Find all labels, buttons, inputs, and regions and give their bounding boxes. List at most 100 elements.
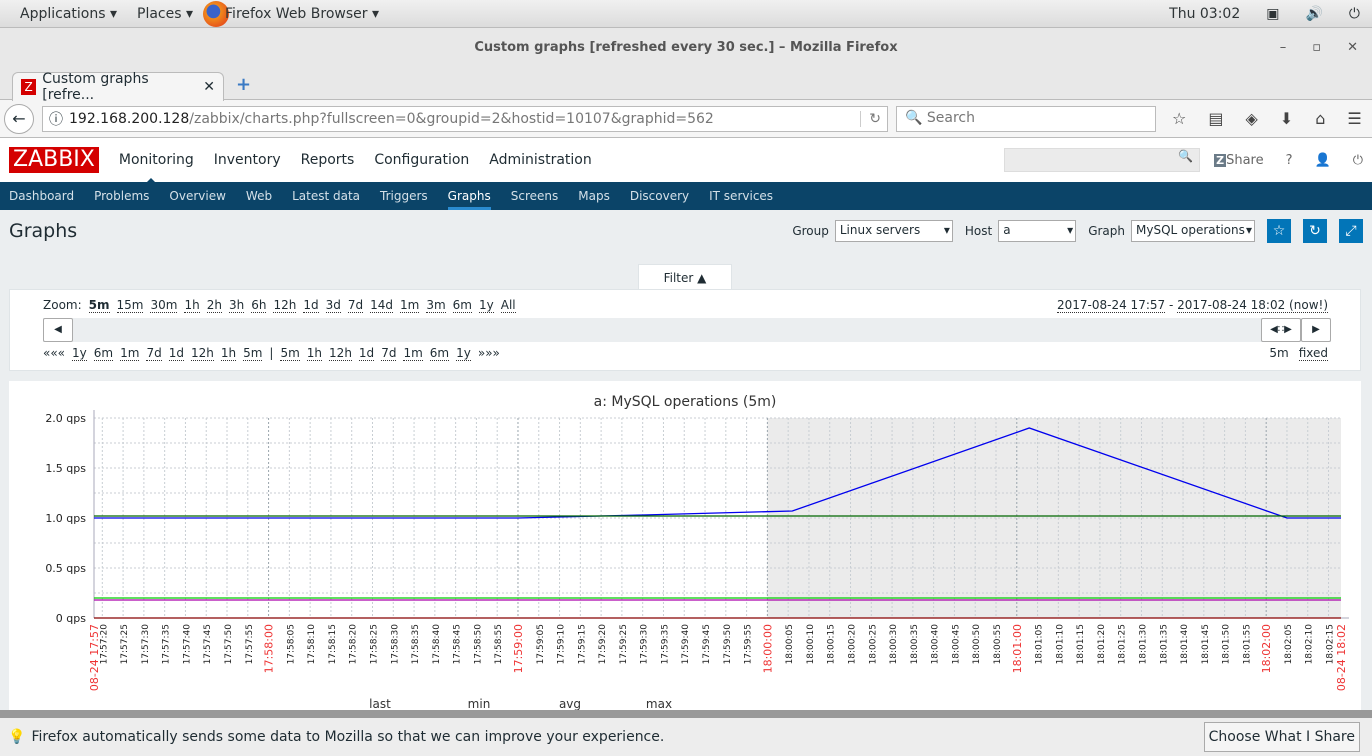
zoom-5m[interactable]: 5m — [88, 298, 110, 313]
help-icon[interactable]: ? — [1286, 153, 1293, 168]
zoom-All[interactable]: All — [500, 298, 516, 313]
add-favourite-button[interactable]: ☆ — [1267, 219, 1291, 243]
choose-what-i-share-button[interactable]: Choose What I Share — [1203, 722, 1360, 752]
forward-1m[interactable]: 1m — [403, 346, 423, 361]
back-1m[interactable]: 1m — [120, 346, 140, 361]
back-button[interactable]: ← — [4, 103, 34, 134]
submenu-dashboard[interactable]: Dashboard — [9, 189, 74, 203]
range-to[interactable]: 2017-08-24 18:02 (now!) — [1177, 298, 1328, 313]
chart-title: a: MySQL operations (5m) — [594, 394, 777, 410]
menu-monitoring[interactable]: Monitoring — [119, 152, 194, 184]
menu-administration[interactable]: Administration — [489, 152, 591, 168]
volume-icon[interactable]: 🔊 — [1305, 6, 1322, 22]
menu-reports[interactable]: Reports — [301, 152, 355, 168]
browser-menu[interactable]: Firefox Web Browser ▾ — [203, 0, 379, 27]
graph-select[interactable]: MySQL operations — [1131, 220, 1255, 242]
browser-tab[interactable]: Z Custom graphs [refre... ✕ — [12, 71, 224, 103]
back-12h[interactable]: 12h — [190, 346, 214, 361]
info-icon[interactable]: ⓘ — [49, 109, 63, 129]
close-tab-icon[interactable]: ✕ — [203, 79, 215, 95]
mysql-operations-chart[interactable]: a: MySQL operations (5m) 0 qps 0.5 qps 1.0 … — [9, 381, 1361, 711]
zabbix-logo[interactable]: ZABBIX — [9, 147, 99, 173]
submenu-latest-data[interactable]: Latest data — [292, 189, 360, 203]
back-1y[interactable]: 1y — [72, 346, 87, 361]
share-link[interactable]: Z Share — [1214, 153, 1264, 168]
filter-tab[interactable]: Filter ▲ — [638, 264, 732, 290]
new-tab-icon[interactable]: + — [236, 74, 251, 95]
x-tick-label: 18:00:20 — [848, 624, 858, 665]
fullscreen-button[interactable]: ⤢ — [1339, 219, 1363, 243]
zoom-1d[interactable]: 1d — [303, 298, 319, 313]
applications-menu[interactable]: Applications ▾ — [10, 6, 117, 22]
forward-6m[interactable]: 6m — [429, 346, 450, 361]
submenu-screens[interactable]: Screens — [511, 189, 559, 203]
forward-1y[interactable]: 1y — [456, 346, 471, 361]
zoom-1m[interactable]: 1m — [400, 298, 420, 313]
back-1d[interactable]: 1d — [168, 346, 184, 361]
refresh-button[interactable]: ↻ — [1303, 219, 1327, 243]
group-select[interactable]: Linux servers — [834, 220, 953, 242]
zoom-6h[interactable]: 6h — [251, 298, 267, 313]
submenu-triggers[interactable]: Triggers — [380, 189, 428, 203]
zoom-2h[interactable]: 2h — [206, 298, 222, 313]
forward-1h[interactable]: 1h — [306, 346, 323, 361]
zabbix-search-input[interactable]: 🔍 — [1004, 148, 1201, 172]
zoom-12h[interactable]: 12h — [273, 298, 297, 313]
host-label: Host — [964, 224, 993, 238]
zoom-7d[interactable]: 7d — [347, 298, 364, 313]
scroll-left-button[interactable]: ◀ — [43, 318, 73, 342]
scroll-right-button[interactable]: ▶ — [1301, 318, 1331, 342]
submenu-maps[interactable]: Maps — [578, 189, 610, 203]
menu-configuration[interactable]: Configuration — [374, 152, 469, 168]
submenu-problems[interactable]: Problems — [94, 189, 149, 203]
hamburger-menu-icon[interactable]: ☰ — [1347, 109, 1361, 128]
back-1h[interactable]: 1h — [220, 346, 237, 361]
range-from[interactable]: 2017-08-24 17:57 — [1057, 298, 1166, 313]
bookmark-star-icon[interactable]: ☆ — [1172, 109, 1186, 128]
zoom-1h[interactable]: 1h — [184, 298, 200, 313]
zoom-14d[interactable]: 14d — [370, 298, 393, 313]
forward-1d[interactable]: 1d — [358, 346, 375, 361]
x-tick-label: 17:59:20 — [598, 624, 608, 665]
zoom-3d[interactable]: 3d — [325, 298, 341, 313]
submenu-overview[interactable]: Overview — [169, 189, 226, 203]
zoom-30m[interactable]: 30m — [150, 298, 178, 313]
zoom-3m[interactable]: 3m — [426, 298, 446, 313]
back-5m[interactable]: 5m — [243, 346, 263, 361]
host-select[interactable]: a — [998, 220, 1077, 242]
power-icon[interactable]: ⏻ — [1349, 6, 1360, 22]
reload-icon[interactable]: ↻ — [860, 110, 881, 127]
zoom-1y[interactable]: 1y — [478, 298, 494, 313]
user-profile-icon[interactable]: 👤 — [1315, 153, 1331, 168]
display-icon[interactable]: ▣ — [1266, 6, 1279, 22]
forward-7d[interactable]: 7d — [381, 346, 397, 361]
x-tick-label: 17:58:35 — [411, 624, 421, 664]
back-7d[interactable]: 7d — [146, 346, 162, 361]
zoom-3h[interactable]: 3h — [228, 298, 245, 313]
home-icon[interactable]: ⌂ — [1315, 109, 1325, 128]
fixed-toggle[interactable]: fixed — [1298, 346, 1328, 361]
url-bar[interactable]: ⓘ 192.168.200.128/zabbix/charts.php?fulls… — [42, 105, 888, 132]
zoom-15m[interactable]: 15m — [116, 298, 144, 313]
forward-12h[interactable]: 12h — [329, 346, 352, 361]
back-6m[interactable]: 6m — [93, 346, 114, 361]
submenu-discovery[interactable]: Discovery — [630, 189, 689, 203]
menu-inventory[interactable]: Inventory — [214, 152, 281, 168]
reading-list-icon[interactable]: ▤ — [1208, 109, 1223, 128]
zoom-6m[interactable]: 6m — [452, 298, 472, 313]
close-window-button[interactable]: ✕ — [1347, 28, 1358, 68]
submenu-it-services[interactable]: IT services — [709, 189, 773, 203]
download-icon[interactable]: ⬇ — [1280, 109, 1293, 128]
maximize-button[interactable]: ▫ — [1312, 28, 1321, 68]
sign-out-icon[interactable]: ⏻ — [1353, 153, 1363, 168]
time-scrollbar[interactable]: ◀ ◀∷▶ ▶ — [43, 318, 1331, 342]
minimize-button[interactable]: – — [1280, 28, 1287, 68]
submenu-graphs[interactable]: Graphs — [447, 182, 491, 210]
browser-search-input[interactable]: 🔍 Search — [896, 105, 1156, 132]
pocket-icon[interactable]: ◈ — [1245, 109, 1257, 128]
submenu-web[interactable]: Web — [246, 189, 272, 203]
places-menu[interactable]: Places ▾ — [127, 6, 193, 22]
forward-5m[interactable]: 5m — [280, 346, 300, 361]
scroll-handle[interactable]: ◀∷▶ — [1261, 318, 1301, 342]
clock[interactable]: Thu 03:02 — [1169, 6, 1240, 22]
